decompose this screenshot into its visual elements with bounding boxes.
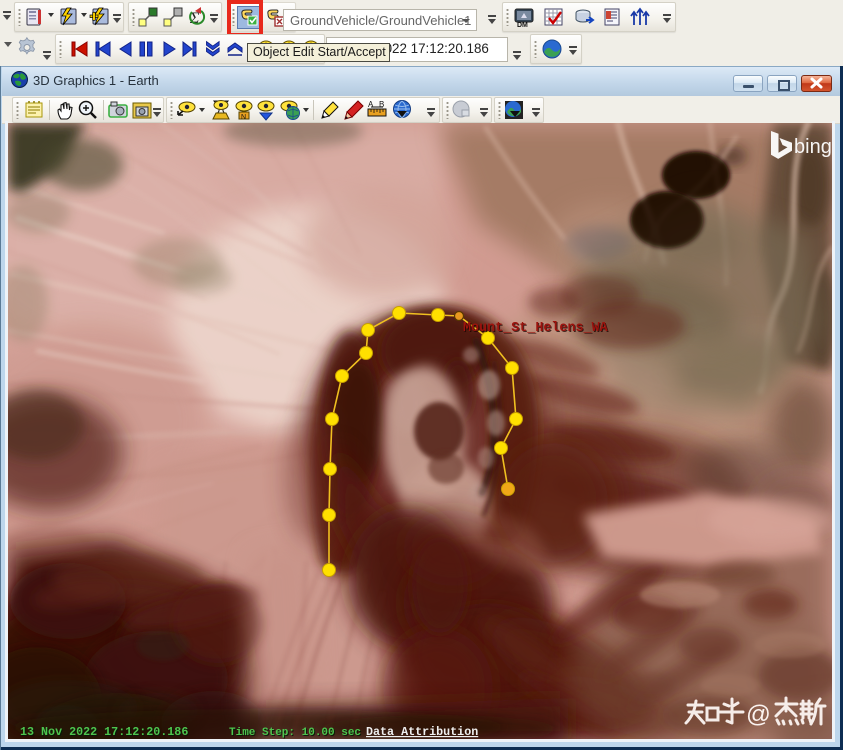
svg-text:Mount_St_Helens_WA: Mount_St_Helens_WA [463,321,609,336]
svg-text:Data Attribution: Data Attribution [366,725,478,739]
svg-text:Time Step: 10.00 sec: Time Step: 10.00 sec [229,727,361,739]
svg-text:@: @ [746,701,771,728]
svg-text:N: N [241,114,246,121]
svg-text:13 Nov 2022 17:12:20.186: 13 Nov 2022 17:12:20.186 [20,725,188,739]
svg-text:A: A [368,100,374,109]
svg-text:DM: DM [517,22,528,28]
svg-text:B: B [379,100,384,109]
svg-text:bing: bing [794,136,832,158]
